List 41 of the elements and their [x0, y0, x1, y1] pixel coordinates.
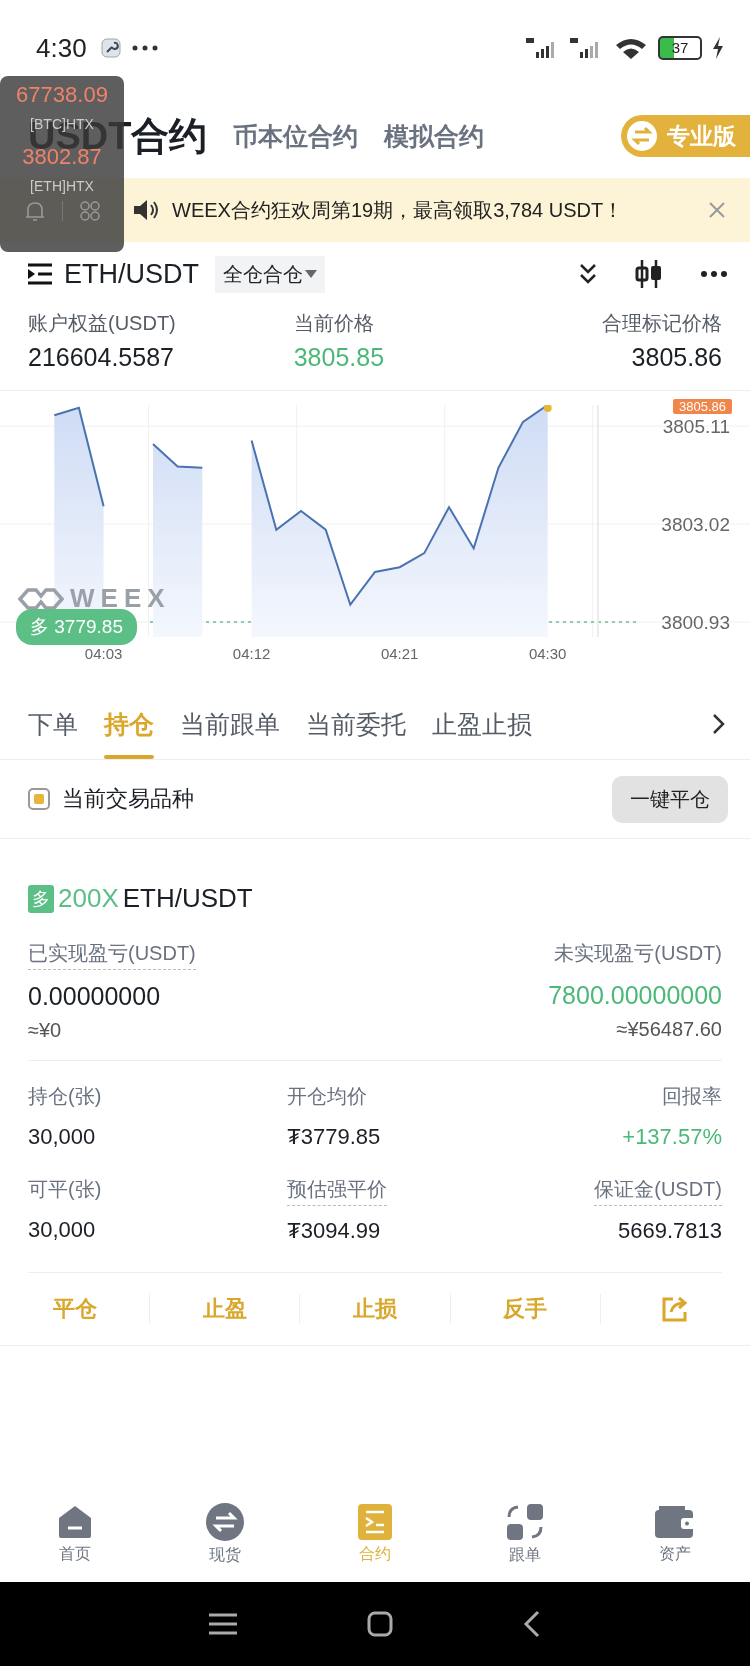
field-value: 30,000	[28, 1124, 96, 1150]
x-axis-label: 04:30	[528, 645, 567, 662]
pnl-value: 7800.00000000	[548, 981, 722, 1010]
field-label: 回报率	[662, 1084, 722, 1109]
stat-value: 216604.5587	[28, 343, 175, 372]
last-price-tag: 3805.86	[673, 399, 732, 414]
ticker-pair: [ETH]HTX	[30, 178, 94, 194]
ticker-price: 67738.09	[16, 82, 108, 108]
field-label: 可平(张)	[28, 1177, 102, 1202]
y-axis-label: 3805.11	[662, 416, 730, 438]
position-price-tag: 多 3779.85	[16, 609, 137, 645]
x-axis-label: 04:21	[380, 645, 419, 662]
stat-label: 账户权益(USDT)	[28, 311, 176, 336]
position-symbol: ETH/USDT	[122, 883, 253, 914]
banner-text: WEEX合约狂欢周第19期，最高领取3,784 USDT！	[172, 197, 624, 223]
pnl-label: 未实现盈亏(USDT)	[554, 941, 722, 966]
leverage: 200X	[58, 883, 119, 914]
field-label: 保证金(USDT)	[594, 1176, 722, 1206]
stat-label: 当前价格	[293, 311, 375, 336]
y-axis-label: 3803.02	[661, 514, 730, 536]
field-value: 5669.7813	[618, 1218, 722, 1244]
stat-label: 合理标记价格	[602, 311, 722, 336]
pnl-fiat-value: ≈¥56487.60	[616, 1018, 722, 1041]
pnl-label: 已实现盈亏(USDT)	[28, 940, 196, 970]
x-axis-label: 04:03	[84, 645, 123, 662]
pnl-value: 0.00000000	[28, 982, 161, 1011]
long-badge: 多	[28, 884, 54, 913]
field-label: 预估强平价	[287, 1176, 388, 1206]
field-value: ₮3779.85	[287, 1124, 381, 1150]
field-value: 30,000	[28, 1217, 96, 1243]
field-value: +137.57%	[622, 1124, 722, 1150]
field-label: 持仓(张)	[28, 1084, 102, 1109]
field-value: ₮3094.99	[287, 1218, 381, 1244]
y-axis-label: 3800.93	[661, 612, 730, 633]
status-time: 4:30	[36, 32, 87, 64]
field-label: 开仓均价	[287, 1084, 368, 1109]
stat-value: 3805.85	[293, 343, 385, 372]
x-axis-label: 04:12	[232, 645, 271, 662]
checkbox-label: 当前交易品种	[62, 785, 194, 813]
pnl-fiat-value: ≈¥0	[28, 1019, 62, 1042]
stat-value: 3805.86	[631, 343, 722, 372]
